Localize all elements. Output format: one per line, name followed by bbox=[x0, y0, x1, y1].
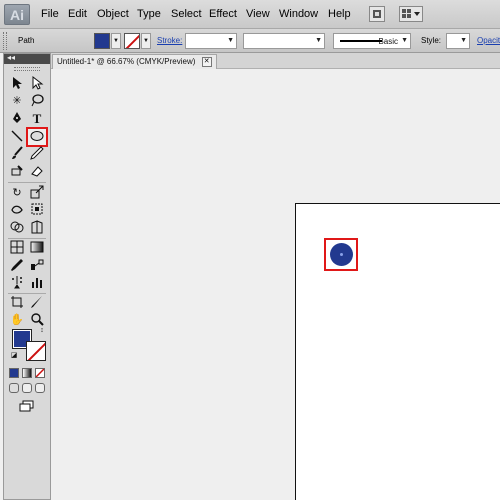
none-mode-button[interactable] bbox=[35, 368, 45, 378]
document-tab-bar: Untitled-1* @ 66.67% (CMYK/Preview) ✕ bbox=[50, 53, 500, 69]
zoom-icon[interactable] bbox=[28, 312, 46, 328]
ellipse-tool-icon[interactable] bbox=[26, 127, 48, 147]
draw-inside-icon[interactable] bbox=[35, 383, 45, 393]
arrange-documents-icon[interactable] bbox=[399, 6, 423, 22]
symbol-sprayer-icon[interactable] bbox=[8, 275, 26, 291]
draw-behind-icon[interactable] bbox=[22, 383, 32, 393]
shape-builder-icon[interactable] bbox=[8, 220, 26, 236]
line-tool-icon[interactable] bbox=[8, 129, 26, 145]
magic-wand-icon[interactable]: ✳ bbox=[8, 93, 26, 109]
tools-separator bbox=[8, 238, 46, 239]
eraser-icon[interactable] bbox=[28, 164, 46, 180]
screen-mode-icon[interactable] bbox=[16, 399, 38, 415]
pencil-icon[interactable] bbox=[28, 146, 46, 162]
stroke-weight-field[interactable]: ▼ bbox=[185, 33, 237, 49]
menu-edit[interactable]: Edit bbox=[68, 8, 87, 20]
menu-effect[interactable]: Effect bbox=[209, 8, 237, 20]
menu-file[interactable]: File bbox=[41, 8, 59, 20]
menu-view[interactable]: View bbox=[246, 8, 270, 20]
selection-type-label: Path bbox=[18, 36, 35, 45]
menu-type[interactable]: Type bbox=[137, 8, 161, 20]
rotate-icon[interactable]: ↻ bbox=[8, 185, 26, 201]
graphic-style-field[interactable]: ▼ bbox=[446, 33, 470, 49]
gradient-icon[interactable] bbox=[28, 240, 46, 256]
free-transform-icon[interactable] bbox=[28, 202, 46, 218]
close-icon[interactable]: ✕ bbox=[201, 56, 212, 67]
selection-tool-icon[interactable] bbox=[8, 76, 26, 92]
ai-logo-icon: Ai bbox=[4, 4, 30, 25]
direct-selection-tool-icon[interactable] bbox=[28, 75, 46, 92]
menu-window[interactable]: Window bbox=[279, 8, 318, 20]
control-bar: Path ▼ ▼ Stroke: ▼ ▼ Basic ▼ Style: ▼ Op… bbox=[0, 29, 500, 53]
document-tab-title: Untitled-1* @ 66.67% (CMYK/Preview) bbox=[57, 57, 196, 66]
perspective-icon[interactable] bbox=[28, 220, 46, 236]
warp-icon[interactable] bbox=[8, 202, 26, 218]
eyedropper-icon[interactable] bbox=[8, 258, 26, 274]
scale-icon[interactable] bbox=[28, 185, 46, 201]
control-bar-grip[interactable] bbox=[3, 32, 7, 50]
hand-icon[interactable]: ✋ bbox=[8, 312, 26, 328]
lasso-icon[interactable] bbox=[28, 93, 46, 109]
blob-brush-icon[interactable] bbox=[8, 164, 26, 180]
draw-normal-icon[interactable] bbox=[9, 383, 19, 393]
artboard-tool-icon[interactable] bbox=[8, 295, 26, 311]
gradient-mode-button[interactable] bbox=[22, 368, 32, 378]
stroke-color-swatch[interactable] bbox=[124, 33, 140, 49]
menu-bar: Ai File Edit Object Type Select Effect V… bbox=[0, 0, 500, 29]
blend-icon[interactable] bbox=[28, 258, 46, 274]
tools-separator bbox=[8, 182, 46, 183]
menu-select[interactable]: Select bbox=[171, 8, 202, 20]
bridge-icon[interactable] bbox=[369, 6, 385, 22]
fill-dropdown-icon[interactable]: ▼ bbox=[111, 33, 121, 49]
stroke-panel-link[interactable]: Stroke: bbox=[157, 36, 182, 45]
paintbrush-icon[interactable] bbox=[8, 146, 26, 162]
variable-width-field[interactable]: ▼ bbox=[243, 33, 325, 49]
graph-icon[interactable] bbox=[28, 275, 46, 291]
tools-panel-header[interactable]: ◂◂ bbox=[4, 53, 50, 64]
type-tool-icon[interactable]: T bbox=[28, 111, 46, 127]
document-tab[interactable]: Untitled-1* @ 66.67% (CMYK/Preview) ✕ bbox=[52, 54, 217, 69]
tools-separator bbox=[8, 293, 46, 294]
menu-object[interactable]: Object bbox=[97, 8, 129, 20]
slice-icon[interactable] bbox=[28, 295, 46, 311]
stroke-dropdown-icon[interactable]: ▼ bbox=[141, 33, 151, 49]
mesh-icon[interactable] bbox=[8, 240, 26, 256]
default-colors-icon[interactable]: ◪ bbox=[10, 352, 18, 360]
color-mode-button[interactable] bbox=[9, 368, 19, 378]
tools-panel: ◂◂ ✳ T ↻ ✋ ↕ ◪ bbox=[3, 53, 51, 500]
tools-panel-grip[interactable] bbox=[14, 67, 40, 71]
collapse-icon[interactable]: ◂◂ bbox=[7, 53, 15, 62]
style-label: Style: bbox=[421, 36, 442, 45]
stroke-color-box[interactable] bbox=[26, 341, 46, 361]
swap-colors-icon[interactable]: ↕ bbox=[38, 327, 46, 335]
pen-tool-icon[interactable] bbox=[8, 111, 26, 127]
fill-color-swatch[interactable] bbox=[94, 33, 110, 49]
brush-line-sample bbox=[340, 40, 382, 42]
menu-help[interactable]: Help bbox=[328, 8, 351, 20]
opacity-panel-link[interactable]: Opacit bbox=[477, 36, 500, 45]
circle-center-point bbox=[340, 253, 343, 256]
